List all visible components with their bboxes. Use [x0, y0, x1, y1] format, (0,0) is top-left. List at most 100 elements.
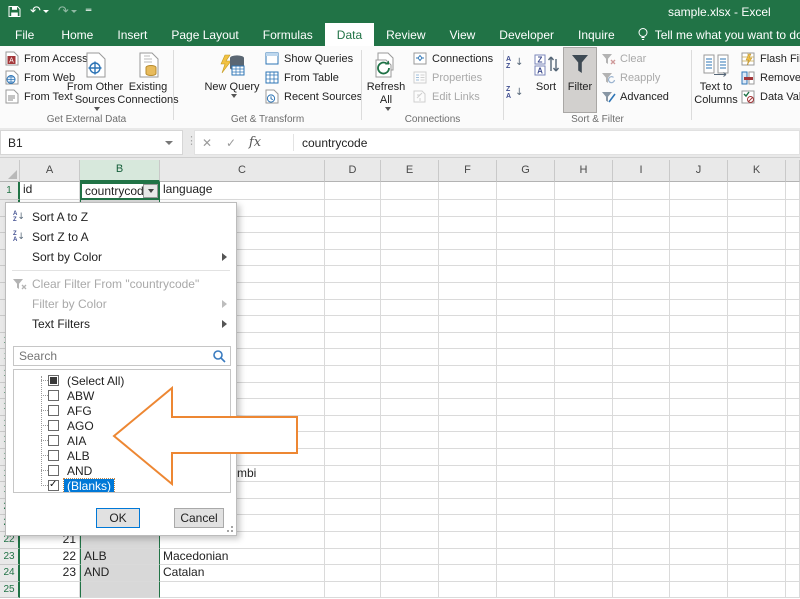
- cell-J13[interactable]: [670, 383, 728, 400]
- search-icon[interactable]: [212, 349, 226, 363]
- cell-H25[interactable]: [555, 582, 613, 599]
- from-other-sources-button[interactable]: From Other Sources: [66, 48, 124, 112]
- cell-D21[interactable]: [325, 515, 381, 532]
- checkbox-unchecked[interactable]: [48, 450, 59, 461]
- cell-C1[interactable]: language: [160, 182, 325, 200]
- text-to-columns-button[interactable]: Text to Columns: [694, 48, 738, 112]
- menu-item-filter-by-color[interactable]: Filter by Color: [6, 294, 236, 314]
- cell-H11[interactable]: [555, 349, 613, 366]
- cell-I9[interactable]: [613, 316, 670, 333]
- cell-G15[interactable]: [497, 416, 555, 433]
- cell-A25[interactable]: [20, 582, 80, 599]
- undo-icon[interactable]: ↶: [30, 5, 49, 18]
- cell-J11[interactable]: [670, 349, 728, 366]
- cell-I11[interactable]: [613, 349, 670, 366]
- cell-K19[interactable]: [728, 482, 786, 499]
- menu-item-sort-z-to-a[interactable]: ZA↓Sort Z to A: [6, 227, 236, 247]
- cell-D1[interactable]: [325, 182, 381, 200]
- row-header-1[interactable]: 1: [0, 182, 20, 200]
- cell-K9[interactable]: [728, 316, 786, 333]
- checkbox-unchecked[interactable]: [48, 420, 59, 431]
- cell-E15[interactable]: [381, 416, 439, 433]
- tab-review[interactable]: Review: [374, 23, 437, 46]
- edit-links-button[interactable]: Edit Links: [412, 88, 480, 105]
- cell-D2[interactable]: [325, 200, 381, 217]
- formula-input[interactable]: countrycode: [302, 136, 367, 150]
- cell-J24[interactable]: [670, 565, 728, 582]
- cell-G21[interactable]: [497, 515, 555, 532]
- select-all-corner[interactable]: [0, 160, 20, 182]
- cell-I25[interactable]: [613, 582, 670, 599]
- cell-I16[interactable]: [613, 432, 670, 449]
- cell-G22[interactable]: [497, 532, 555, 549]
- cell-H21[interactable]: [555, 515, 613, 532]
- cell-G11[interactable]: [497, 349, 555, 366]
- cell-G5[interactable]: [497, 250, 555, 267]
- cell-partial24[interactable]: [786, 565, 800, 582]
- cell-G6[interactable]: [497, 266, 555, 283]
- from-web-button[interactable]: From Web: [4, 69, 75, 86]
- cell-F6[interactable]: [439, 266, 497, 283]
- cell-H17[interactable]: [555, 449, 613, 466]
- filter-list-item-aia[interactable]: AIA: [14, 433, 230, 448]
- cell-I19[interactable]: [613, 482, 670, 499]
- column-header-F[interactable]: F: [439, 160, 497, 182]
- cell-D20[interactable]: [325, 499, 381, 516]
- cell-partial1[interactable]: [786, 182, 800, 200]
- cell-J10[interactable]: [670, 333, 728, 350]
- cell-F14[interactable]: [439, 399, 497, 416]
- filter-search-input[interactable]: [14, 348, 212, 364]
- sort-ascending-button[interactable]: AZ↓: [506, 54, 523, 71]
- cell-F7[interactable]: [439, 283, 497, 300]
- cell-F16[interactable]: [439, 432, 497, 449]
- cell-E9[interactable]: [381, 316, 439, 333]
- clear-filter-button[interactable]: Reapply Clear: [600, 50, 646, 67]
- cell-I7[interactable]: [613, 283, 670, 300]
- cell-F2[interactable]: [439, 200, 497, 217]
- cell-D12[interactable]: [325, 366, 381, 383]
- tell-me-box[interactable]: Tell me what you want to do...: [627, 23, 800, 46]
- from-text-button[interactable]: From Text: [4, 88, 73, 105]
- cell-H1[interactable]: [555, 182, 613, 200]
- column-header-B[interactable]: B: [80, 160, 160, 182]
- cell-H3[interactable]: [555, 217, 613, 234]
- column-header-C[interactable]: C: [160, 160, 325, 182]
- data-validation-button[interactable]: Data Valid: [740, 88, 800, 105]
- cell-I6[interactable]: [613, 266, 670, 283]
- cell-D24[interactable]: [325, 565, 381, 582]
- menu-item-clear-filter-from-countrycode[interactable]: Clear Filter From "countrycode": [6, 274, 236, 294]
- sort-button[interactable]: ZA Sort: [528, 48, 564, 112]
- cell-H15[interactable]: [555, 416, 613, 433]
- cell-F10[interactable]: [439, 333, 497, 350]
- cell-H5[interactable]: [555, 250, 613, 267]
- cell-F12[interactable]: [439, 366, 497, 383]
- cell-J22[interactable]: [670, 532, 728, 549]
- cell-F18[interactable]: [439, 466, 497, 483]
- tab-page-layout[interactable]: Page Layout: [159, 23, 250, 46]
- connections-button[interactable]: Connections: [412, 50, 493, 67]
- column-header-A[interactable]: A: [20, 160, 80, 182]
- tab-data[interactable]: Data: [325, 23, 374, 46]
- cell-I13[interactable]: [613, 383, 670, 400]
- cell-J12[interactable]: [670, 366, 728, 383]
- cell-G10[interactable]: [497, 333, 555, 350]
- cell-J15[interactable]: [670, 416, 728, 433]
- menu-item-sort-by-color[interactable]: Sort by Color: [6, 247, 236, 267]
- cell-D18[interactable]: [325, 466, 381, 483]
- column-header-J[interactable]: J: [670, 160, 728, 182]
- cell-K17[interactable]: [728, 449, 786, 466]
- cell-E4[interactable]: [381, 233, 439, 250]
- filter-list-item-selectall[interactable]: (Select All): [14, 373, 230, 388]
- show-queries-button[interactable]: Show Queries: [264, 50, 353, 67]
- cell-G7[interactable]: [497, 283, 555, 300]
- cell-K2[interactable]: [728, 200, 786, 217]
- cell-K22[interactable]: [728, 532, 786, 549]
- cell-E14[interactable]: [381, 399, 439, 416]
- cell-A24[interactable]: 23: [20, 565, 80, 582]
- cell-H19[interactable]: [555, 482, 613, 499]
- cell-filter-dropdown-button[interactable]: [143, 184, 158, 198]
- cell-H4[interactable]: [555, 233, 613, 250]
- cell-partial14[interactable]: [786, 399, 800, 416]
- cell-G24[interactable]: [497, 565, 555, 582]
- cell-B25[interactable]: [80, 582, 160, 599]
